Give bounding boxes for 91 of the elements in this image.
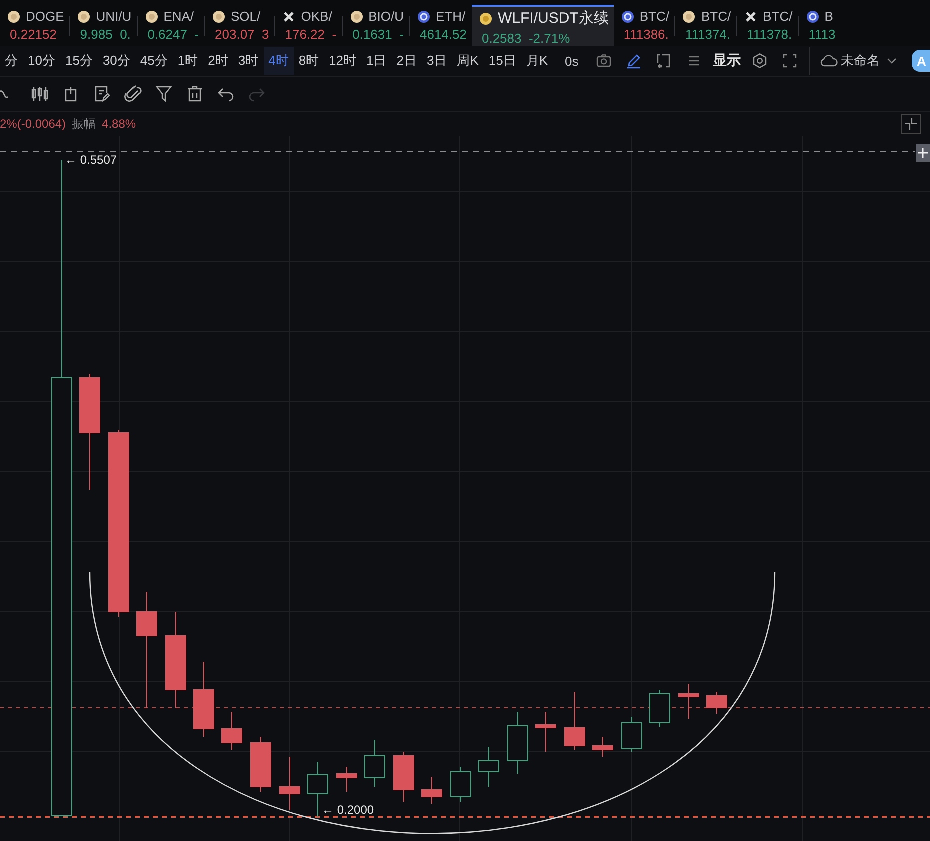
pencil-icon[interactable] bbox=[626, 53, 642, 69]
price-text: 111378. bbox=[746, 27, 793, 42]
ticker-tab[interactable]: BTC/ 111378. bbox=[737, 5, 798, 46]
filter-icon[interactable] bbox=[155, 85, 173, 103]
coin-icon bbox=[418, 10, 430, 22]
ticker-tab[interactable]: B 1113 bbox=[798, 5, 841, 46]
falling-candle bbox=[394, 752, 414, 802]
candlestick-icon[interactable] bbox=[31, 85, 49, 103]
timeframe-tab[interactable]: 1时 bbox=[172, 47, 204, 75]
amplitude-label: 振幅 bbox=[72, 116, 96, 132]
falling-candle bbox=[536, 712, 556, 752]
timeframe-tab[interactable]: 30分 bbox=[98, 47, 136, 75]
falling-candle bbox=[222, 712, 242, 750]
timeframe-tab[interactable]: 分 bbox=[0, 47, 23, 75]
cross-icon bbox=[283, 10, 296, 22]
rising-candle bbox=[508, 712, 528, 774]
timeframe-tab[interactable]: 2日 bbox=[392, 47, 422, 75]
falling-candle bbox=[706, 692, 728, 714]
trash-icon[interactable] bbox=[186, 85, 204, 103]
timeframe-tab[interactable]: 12时 bbox=[324, 47, 362, 75]
timeframe-tab[interactable]: 10分 bbox=[23, 47, 60, 75]
amplitude-value: 4.88% bbox=[102, 117, 136, 131]
rising-candle bbox=[478, 746, 500, 788]
ticker-tab[interactable]: BTC/ 111374. bbox=[675, 5, 736, 46]
ticker-tab[interactable]: BTC/ 111386. bbox=[614, 5, 674, 46]
camera-icon[interactable] bbox=[596, 53, 612, 69]
timeframe-tab[interactable]: 1日 bbox=[362, 47, 392, 75]
ticker-tab[interactable]: WLFI/USDT永续 0.2583 -2.71% bbox=[472, 5, 614, 46]
fullscreen-icon[interactable] bbox=[782, 53, 798, 69]
add-button[interactable] bbox=[916, 144, 930, 162]
timeframe-tab[interactable]: 月K bbox=[521, 47, 554, 75]
coin-icon bbox=[350, 10, 363, 22]
ticker-tab[interactable]: ETH/ 4614.52 bbox=[410, 5, 472, 46]
high-price-label: ← 0.5507 bbox=[65, 153, 118, 167]
ticker-tab[interactable]: BIO/U 0.1631 - bbox=[342, 5, 409, 46]
ticker-tab[interactable]: ENA/ 0.6247 - bbox=[138, 5, 204, 46]
rising-candle bbox=[622, 716, 642, 752]
timeframe-tab[interactable]: 4时 bbox=[264, 47, 294, 75]
ticker-tab[interactable]: SOL/ 203.07 3 bbox=[205, 5, 274, 46]
falling-candle bbox=[564, 692, 586, 750]
ticker-tab[interactable]: DOGE 0.22152 bbox=[0, 5, 70, 46]
rising-candle bbox=[650, 690, 670, 728]
price-text: 0.2583 -2.71% bbox=[480, 31, 572, 46]
add-frame-icon[interactable] bbox=[656, 53, 672, 69]
price-text: 111386. bbox=[622, 27, 670, 42]
falling-candle bbox=[422, 776, 442, 804]
ticker-tab[interactable]: UNI/U 9.985 0. bbox=[70, 5, 137, 46]
price-text: 0.6247 - bbox=[146, 27, 200, 42]
coin-icon bbox=[146, 10, 158, 22]
falling-candle bbox=[678, 684, 700, 720]
price-text: 4614.52 bbox=[418, 27, 467, 42]
cross-icon bbox=[745, 10, 758, 22]
rising-candle bbox=[450, 766, 472, 802]
collapse-icon[interactable] bbox=[901, 114, 921, 134]
price-text: 0.22152 bbox=[9, 27, 58, 42]
change-text: 2%(-0.0064) bbox=[0, 117, 66, 131]
display-button[interactable]: 显示 bbox=[712, 52, 741, 70]
rising-candle bbox=[364, 740, 386, 788]
price-text: 111374. bbox=[684, 27, 732, 42]
coin-icon bbox=[683, 10, 696, 22]
timeframe-tab[interactable]: 8时 bbox=[294, 47, 324, 75]
coin-icon bbox=[480, 12, 492, 24]
coin-icon bbox=[78, 10, 90, 22]
countdown-label: 0s bbox=[565, 54, 579, 68]
price-text: 176.22 - bbox=[284, 27, 337, 42]
chevron-icon bbox=[886, 58, 897, 64]
price-text: 203.07 3 bbox=[214, 27, 270, 42]
falling-candle bbox=[336, 766, 358, 792]
note-icon[interactable] bbox=[93, 85, 111, 103]
low-price-label: ← 0.2000 bbox=[322, 803, 374, 817]
layout-dropdown[interactable]: 未命名 bbox=[816, 52, 901, 70]
coin-icon bbox=[806, 10, 819, 22]
settings-icon[interactable] bbox=[752, 53, 768, 69]
cloud-icon bbox=[820, 54, 838, 68]
price-text: 1113 bbox=[808, 27, 836, 42]
falling-candle bbox=[250, 736, 272, 792]
coin-icon bbox=[213, 10, 226, 22]
price-text: 9.985 0. bbox=[79, 27, 132, 42]
timeframe-tab[interactable]: 45分 bbox=[135, 47, 173, 75]
timeframe-tab[interactable]: 15日 bbox=[484, 47, 522, 75]
timeframe-tab[interactable]: 15分 bbox=[60, 47, 98, 75]
timeframe-tab[interactable]: 3日 bbox=[422, 47, 452, 75]
timeframe-tab[interactable]: 2时 bbox=[203, 47, 234, 75]
timeframe-tab[interactable]: 周K bbox=[452, 47, 484, 75]
coin-icon bbox=[622, 10, 634, 22]
coin-icon bbox=[8, 10, 20, 22]
falling-candle bbox=[280, 756, 300, 810]
falling-candle bbox=[592, 736, 614, 758]
ticker-tab[interactable]: OKB/ 176.22 - bbox=[275, 5, 342, 46]
price-text: 0.1631 - bbox=[352, 27, 404, 42]
timeframe-tab[interactable]: 3时 bbox=[233, 47, 264, 75]
